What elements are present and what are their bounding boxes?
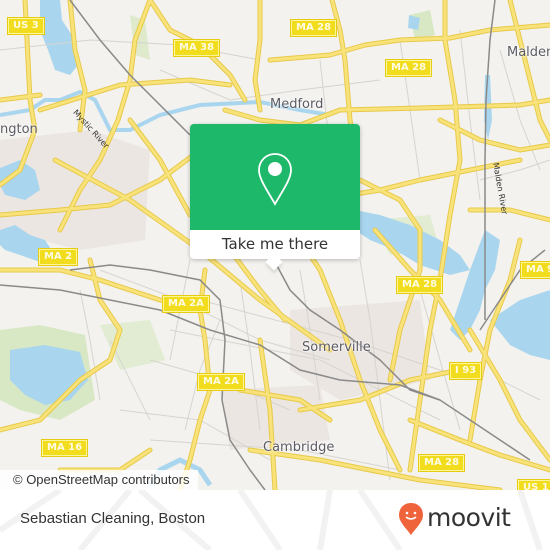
route-shield-ma16: MA 16 [40, 439, 89, 457]
place-label-cambridge: Cambridge [263, 440, 335, 455]
moovit-pin-icon [399, 503, 423, 535]
moovit-logo[interactable]: moovit [398, 501, 511, 537]
location-pin-icon [258, 153, 292, 206]
footer-bar: Sebastian Cleaning, Boston moovit [0, 490, 550, 550]
popup-header [190, 124, 360, 230]
route-shield-ma2: MA 2 [37, 248, 79, 266]
take-me-there-button[interactable]: Take me there [190, 230, 360, 259]
place-label-somerville: Somerville [302, 340, 371, 355]
route-shield-us1: US 1 [517, 479, 550, 490]
route-shield-ma28: MA 28 [384, 59, 433, 77]
place-label-arlington: ngton [0, 122, 38, 137]
route-shield-ma2a: MA 2A [197, 373, 245, 391]
location-popup: Take me there [190, 124, 360, 271]
route-shield-ma28: MA 28 [395, 276, 444, 294]
moovit-wordmark: moovit [427, 503, 511, 532]
route-shield-ma38: MA 38 [172, 39, 221, 57]
place-label-medford: Medford [270, 97, 324, 112]
route-shield-ma9: MA 9 [519, 261, 550, 279]
place-name: Sebastian Cleaning, Boston [20, 510, 206, 527]
route-shield-i93: I 93 [448, 362, 483, 380]
place-label-malden: Malden [507, 45, 550, 60]
route-shield-ma2a: MA 2A [162, 295, 210, 313]
map[interactable]: Medford Malden ngton Somerville Cambridg… [0, 0, 550, 490]
map-attribution[interactable]: © OpenStreetMap contributors [0, 470, 198, 490]
route-shield-us3: US 3 [7, 17, 45, 35]
route-shield-ma28: MA 28 [289, 19, 338, 37]
route-shield-ma28: MA 28 [417, 454, 466, 472]
